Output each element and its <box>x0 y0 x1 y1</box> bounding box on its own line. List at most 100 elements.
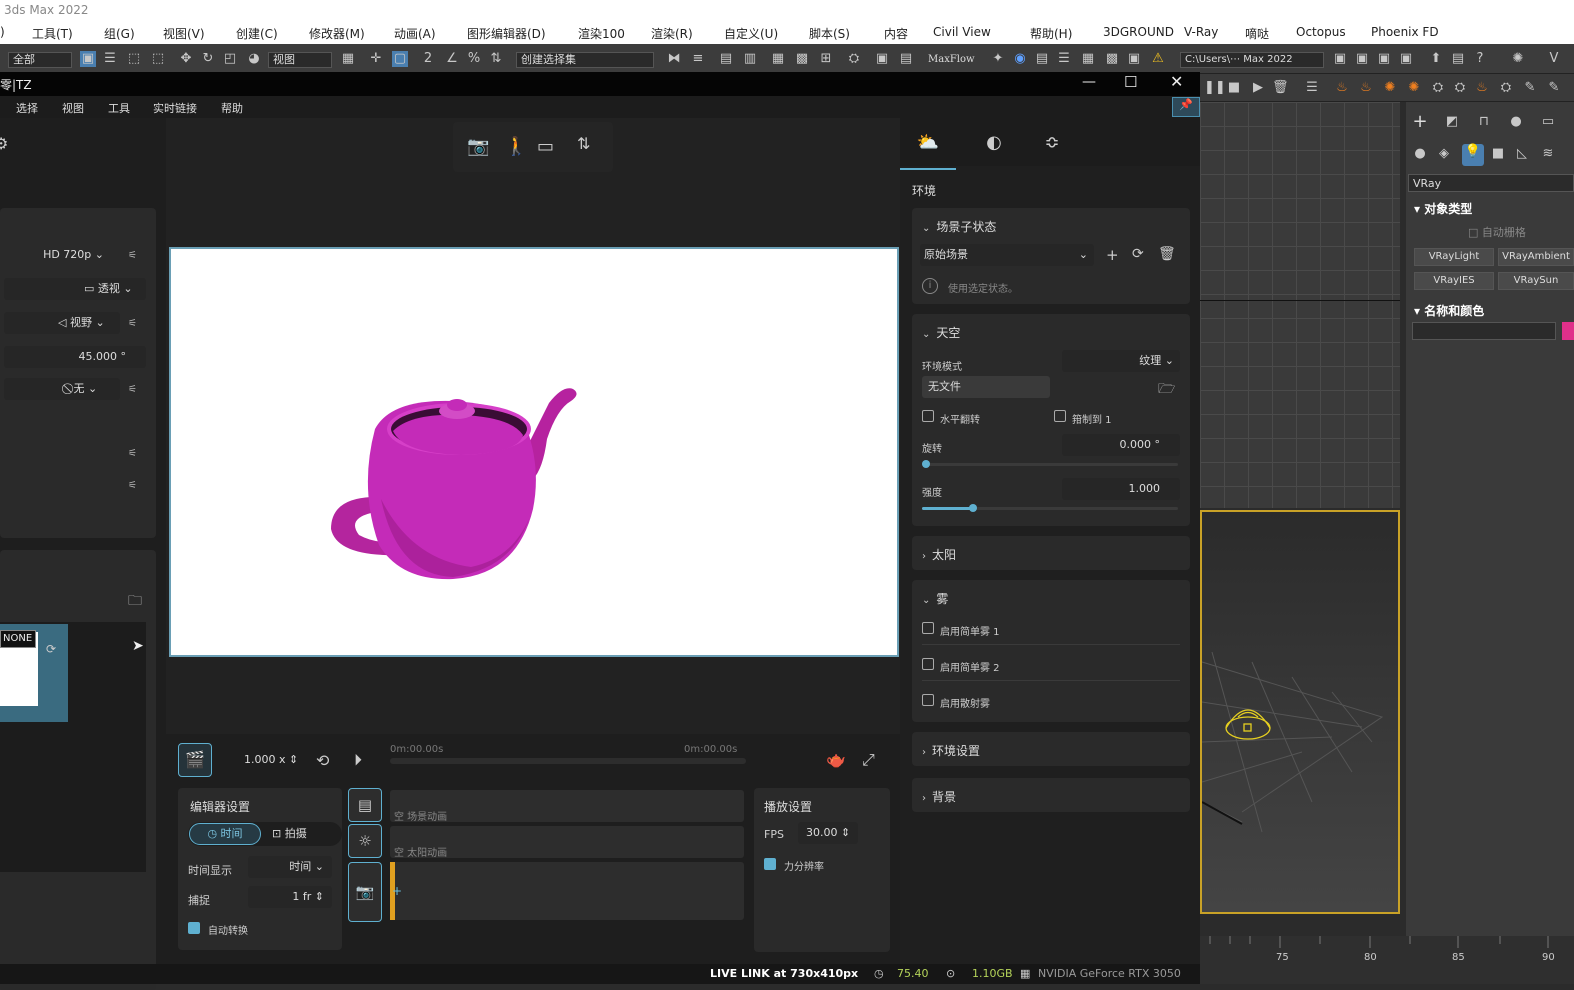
max-menu-customize[interactable]: 自定义(U) <box>724 25 778 42</box>
tab-postprocess-icon[interactable]: ≎ <box>1024 118 1080 168</box>
shapes-icon[interactable]: ◈ <box>1436 146 1452 162</box>
plugin-icon-3[interactable]: ▤ <box>1034 51 1050 67</box>
save-icon[interactable]: ▣ <box>1354 51 1370 67</box>
sky-header[interactable]: ⌄ 天空 <box>922 324 960 341</box>
rotation-slider-knob[interactable] <box>922 460 930 468</box>
max-menu-vray[interactable]: V-Ray <box>1184 25 1218 39</box>
minimize-button[interactable]: — <box>1082 74 1096 90</box>
snap-icon[interactable]: 2 <box>420 51 436 67</box>
keyboard-shortcut-icon[interactable]: ▢ <box>392 51 408 67</box>
fire-icon-4[interactable]: ✺ <box>1406 80 1422 96</box>
scatter-fog-checkbox[interactable] <box>922 694 934 706</box>
mode-shot-button[interactable]: ⊡ 拍摄 <box>272 825 307 841</box>
rotate-icon[interactable]: ↻ <box>200 51 216 67</box>
menu-help[interactable]: 帮助 <box>221 100 243 116</box>
fog-header[interactable]: ⌄ 雾 <box>922 590 948 607</box>
angle-snap-icon[interactable]: ∠ <box>444 51 460 67</box>
refresh-thumbnail-icon[interactable]: ⟳ <box>46 642 56 656</box>
max-menu-animation[interactable]: 动画(A) <box>394 25 436 42</box>
max-menu-group[interactable]: 组(G) <box>104 25 135 42</box>
spinner-snap-icon[interactable]: ⇅ <box>488 51 504 67</box>
render-setup-icon[interactable]: ⛭ <box>846 51 862 67</box>
max-menu-content[interactable]: 内容 <box>884 25 908 42</box>
plugin-icon-4[interactable]: ☰ <box>1056 51 1072 67</box>
scene-state-dropdown[interactable]: 原始场景 ⌄ <box>920 244 1094 266</box>
env-file-field[interactable]: 无文件 <box>922 376 1050 398</box>
max-menu-view[interactable]: 视图(V) <box>163 25 205 42</box>
open-icon[interactable]: ▣ <box>1332 51 1348 67</box>
time-scrubber[interactable] <box>390 758 746 764</box>
display-tab-icon[interactable]: ▭ <box>1540 114 1556 130</box>
sun-section[interactable]: › 太阳 <box>912 536 1190 570</box>
move-icon[interactable]: ✥ <box>178 51 194 67</box>
help-icon[interactable]: ? <box>1472 51 1488 67</box>
intensity-slider[interactable] <box>922 504 1178 512</box>
export-icon[interactable]: ▣ <box>1376 51 1392 67</box>
simple-fog-1-checkbox[interactable] <box>922 622 934 634</box>
background-section[interactable]: › 背景 <box>912 778 1190 812</box>
percent-snap-icon[interactable]: % <box>466 51 482 67</box>
max-viewport-top[interactable] <box>1200 102 1400 508</box>
fov-adjust-icon[interactable]: ⚟ <box>128 318 142 329</box>
camera-settings-icon[interactable]: ⚙ <box>0 134 8 153</box>
render-icon[interactable]: ▤ <box>898 51 914 67</box>
refresh-state-icon[interactable]: ⟳ <box>1132 246 1144 262</box>
scene-anim-icon[interactable]: ▤ <box>348 788 382 822</box>
scene-state-header[interactable]: ⌄ 场景子状态 <box>922 218 996 235</box>
mirror-icon[interactable]: ⧓ <box>666 51 682 67</box>
max-menu-graph-editors[interactable]: 图形编辑器(D) <box>467 25 546 42</box>
menu-select[interactable]: 选择 <box>16 100 38 116</box>
simple-fog-2-checkbox[interactable] <box>922 658 934 670</box>
max-menu-modifiers[interactable]: 修改器(M) <box>309 25 365 42</box>
fire-icon-5[interactable]: ♨ <box>1474 80 1490 96</box>
trash-icon[interactable]: 🗑 <box>1272 80 1289 96</box>
dof-adjust-icon[interactable]: ⚟ <box>128 384 142 395</box>
max-viewport-perspective[interactable] <box>1200 510 1400 914</box>
max-timeline-ruler[interactable]: 75 80 85 90 <box>1200 936 1574 984</box>
modify-tab-icon[interactable]: ◩ <box>1444 114 1460 130</box>
camera-anim-icon[interactable]: 📷 <box>348 862 382 922</box>
flip-horizontal-checkbox[interactable] <box>922 410 934 422</box>
resolution-adjust-icon[interactable]: ⚟ <box>128 250 142 261</box>
window-crossing-icon[interactable]: ⬚ <box>150 51 166 67</box>
rotation-slider[interactable] <box>922 460 1178 468</box>
fov-mode-dropdown[interactable]: ◁ 视野 ⌄ <box>4 312 120 334</box>
camera-thumbnail-item[interactable]: NONE ⟳ <box>0 624 68 722</box>
fire-icon-1[interactable]: ♨ <box>1334 80 1350 96</box>
warning-icon[interactable]: ⚠ <box>1150 51 1166 67</box>
import-icon[interactable]: ▣ <box>1398 51 1414 67</box>
render-frame-icon[interactable]: ▣ <box>874 51 890 67</box>
max-menu-scripting[interactable]: 脚本(S) <box>809 25 850 42</box>
force-res-checkbox[interactable] <box>764 858 776 870</box>
add-key-icon[interactable]: + <box>392 884 402 898</box>
scene-anim-track[interactable]: 空 场景动画 <box>390 790 744 823</box>
tool-icon-2[interactable]: ⛭ <box>1452 80 1468 96</box>
intensity-input[interactable]: 1.000 <box>1062 478 1180 500</box>
select-manipulate-icon[interactable]: ✛ <box>368 51 384 67</box>
layer-icon[interactable]: ▤ <box>718 51 734 67</box>
motion-tab-icon[interactable]: ● <box>1508 114 1524 130</box>
auto-convert-checkbox[interactable] <box>188 922 200 934</box>
play-icon[interactable]: ⏵ <box>354 750 362 770</box>
play-circle-icon[interactable]: ▶ <box>1250 80 1266 96</box>
clamp-checkbox[interactable] <box>1054 410 1066 422</box>
helpers-icon[interactable]: ◺ <box>1514 146 1530 162</box>
animation-editor-icon[interactable]: 🎬 <box>178 743 212 777</box>
material-editor-icon[interactable]: ⊞ <box>818 51 834 67</box>
max-menu-render100[interactable]: 渲染100 <box>578 25 625 42</box>
ribbon-icon[interactable]: ▥ <box>742 51 758 67</box>
denoise-icon[interactable]: ⇅ <box>577 134 590 153</box>
create-tab-icon[interactable]: + <box>1412 113 1428 131</box>
project-path-dropdown[interactable]: C:\Users\⋯ Max 2022 <box>1180 52 1324 68</box>
maximize-button[interactable]: ☐ <box>1124 73 1137 91</box>
vrayies-button[interactable]: VRayIES <box>1414 272 1494 290</box>
max-menu-rendering[interactable]: 渲染(R) <box>651 25 693 42</box>
plugin-icon-5[interactable]: ▦ <box>1080 51 1096 67</box>
spacewarps-icon[interactable]: ≋ <box>1540 146 1556 162</box>
sun-anim-icon[interactable]: ☼ <box>348 824 382 858</box>
select-object-icon[interactable]: ▣ <box>80 51 96 67</box>
align-icon[interactable]: ≡ <box>690 51 706 67</box>
max-menu-phoenix[interactable]: Phoenix FD <box>1371 25 1439 39</box>
vraysun-button[interactable]: VRaySun <box>1498 272 1574 290</box>
dof-dropdown[interactable]: ⃠ 无 ⌄ <box>4 378 120 400</box>
